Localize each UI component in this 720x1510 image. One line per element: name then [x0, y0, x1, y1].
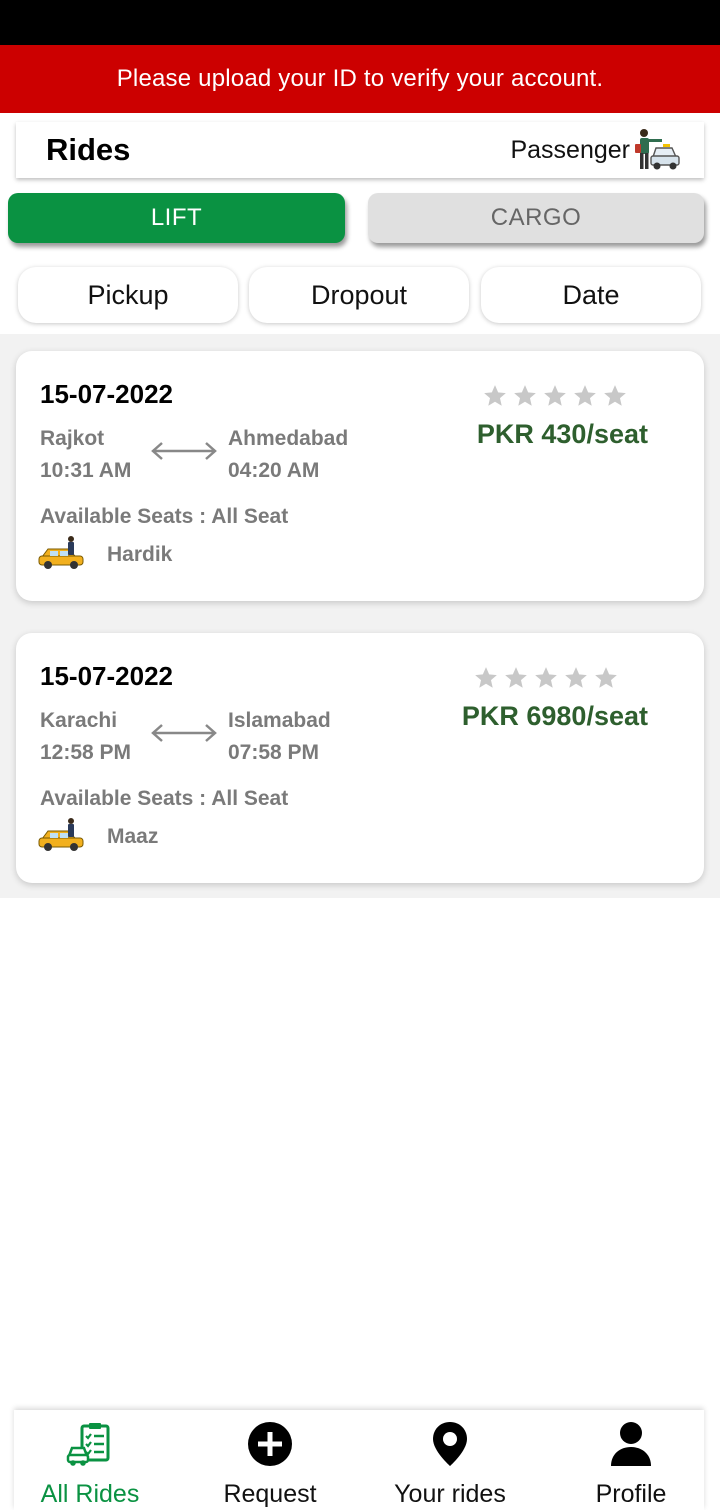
star-icon: [535, 667, 557, 688]
available-seats: Available Seats : All Seat: [40, 787, 289, 810]
taxi-driver-icon: [38, 818, 84, 851]
status-bar: [0, 0, 720, 45]
from-city: Rajkot: [40, 427, 105, 450]
route-arrow-icon: [151, 442, 217, 460]
rides-header: Rides Passenger: [16, 122, 704, 178]
ride-price: PKR 430/seat: [476, 419, 648, 449]
star-icon: [595, 667, 617, 688]
to-time: 04:20 AM: [228, 459, 320, 482]
role-switch[interactable]: Passenger: [510, 127, 680, 173]
nav-all-rides[interactable]: All Rides: [30, 1410, 150, 1510]
from-time: 10:31 AM: [40, 459, 132, 482]
nav-all-rides-label: All Rides: [40, 1480, 140, 1508]
sort-date-button[interactable]: Date: [481, 267, 701, 323]
ride-card[interactable]: 15-07-2022 Rajkot 10:31 AM Ahmedabad 04:…: [16, 351, 704, 601]
sort-dropout-button[interactable]: Dropout: [249, 267, 469, 323]
nav-your-rides-label: Your rides: [394, 1480, 506, 1508]
ride-date: 15-07-2022: [40, 379, 173, 409]
plus-circle-icon: [248, 1422, 292, 1466]
star-icon: [604, 385, 626, 406]
to-time: 07:58 PM: [228, 741, 320, 764]
car-checklist-icon: [66, 1423, 110, 1466]
rating-stars: [473, 665, 619, 691]
taxi-driver-icon: [38, 536, 84, 569]
route-arrow-icon: [151, 724, 217, 742]
nav-request[interactable]: Request: [210, 1410, 330, 1510]
from-city: Karachi: [40, 709, 118, 732]
star-icon: [514, 385, 536, 406]
bottom-navigation: All Rides Request Your rides Profile: [14, 1410, 704, 1510]
person-icon: [611, 1422, 651, 1466]
nav-profile[interactable]: Profile: [571, 1410, 691, 1510]
role-label: Passenger: [510, 135, 630, 164]
rides-list[interactable]: 15-07-2022 Rajkot 10:31 AM Ahmedabad 04:…: [0, 334, 720, 898]
to-city: Ahmedabad: [228, 427, 349, 450]
passenger-icon: [635, 129, 680, 170]
ride-date: 15-07-2022: [40, 661, 173, 691]
driver-name: Hardik: [107, 543, 173, 566]
star-icon: [505, 667, 527, 688]
star-icon: [544, 385, 566, 406]
cargo-tab[interactable]: CARGO: [368, 193, 704, 243]
ride-price: PKR 6980/seat: [461, 701, 648, 731]
nav-request-label: Request: [223, 1480, 317, 1508]
page-title: Rides: [46, 132, 131, 167]
location-pin-icon: [433, 1422, 467, 1466]
sort-pickup-button[interactable]: Pickup: [18, 267, 238, 323]
ride-card[interactable]: 15-07-2022 Karachi 12:58 PM Islamabad 07…: [16, 633, 704, 883]
to-city: Islamabad: [228, 709, 331, 732]
rating-stars: [482, 383, 628, 409]
star-icon: [574, 385, 596, 406]
verify-id-banner[interactable]: Please upload your ID to verify your acc…: [0, 45, 720, 113]
star-icon: [484, 385, 506, 406]
star-icon: [565, 667, 587, 688]
nav-your-rides[interactable]: Your rides: [385, 1410, 515, 1510]
star-icon: [475, 667, 497, 688]
from-time: 12:58 PM: [40, 741, 132, 764]
lift-tab[interactable]: LIFT: [8, 193, 345, 243]
driver-name: Maaz: [107, 825, 159, 848]
nav-profile-label: Profile: [595, 1480, 667, 1508]
available-seats: Available Seats : All Seat: [40, 505, 289, 528]
